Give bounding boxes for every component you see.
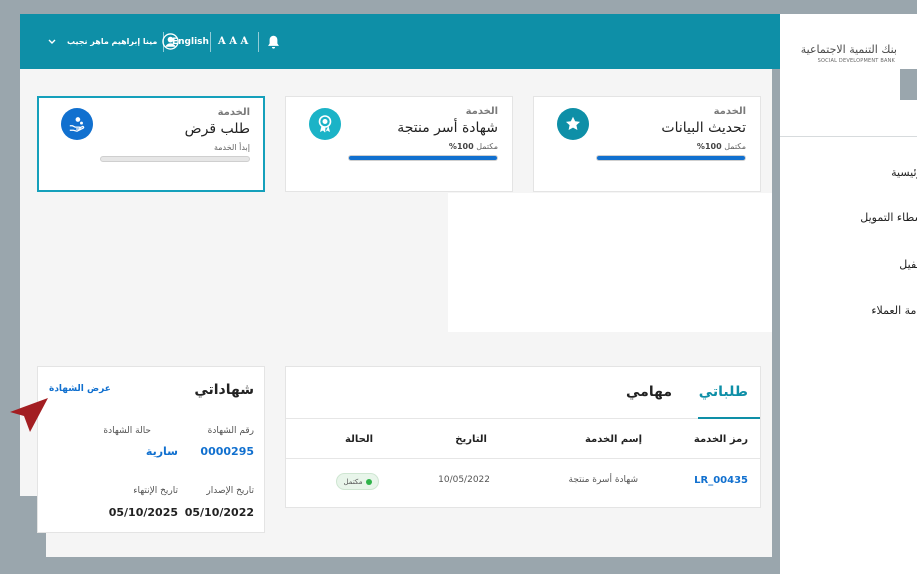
sidebar-item-home[interactable]: الرئيسية — [891, 166, 917, 179]
service-card-loan-request[interactable]: الخدمة طلب قرض إبدأ الخدمة — [37, 96, 265, 192]
sidebar-divider — [780, 136, 917, 137]
pointer-arrow-icon — [10, 398, 48, 432]
service-card-update-data[interactable]: الخدمة تحديث البيانات مكتمل 100% — [533, 96, 761, 192]
separator — [210, 32, 211, 52]
progress-bar — [348, 155, 498, 161]
request-date: 10/05/2022 — [438, 475, 490, 485]
progress-bar — [596, 155, 746, 161]
notifications-button[interactable] — [267, 14, 280, 69]
top-bar: A A A English مينا إبراهيم ماهر نجيب — [20, 14, 780, 69]
column-header-service: إسم الخدمة — [584, 434, 642, 445]
certificate-number-value: 0000295 — [200, 445, 254, 458]
requests-card: طلباتي مهامي رمز الخدمة إسم الخدمة التار… — [285, 366, 761, 508]
requests-tabs: طلباتي مهامي — [286, 367, 760, 419]
sidebar-item-finance-brokers[interactable]: وسطاء التمويل — [860, 211, 917, 224]
header-divider — [286, 458, 760, 459]
separator — [258, 32, 259, 52]
certificate-status-label: حالة الشهادة — [103, 426, 151, 436]
decorative-block — [900, 69, 917, 100]
service-name: شهادة أسر منتجة — [397, 120, 498, 136]
view-certificate-link[interactable]: عرض الشهادة — [49, 384, 111, 394]
tab-my-requests[interactable]: طلباتي — [699, 384, 748, 400]
request-code-link[interactable]: LR_00435 — [694, 475, 748, 486]
user-icon — [162, 33, 180, 50]
sidebar: بنك التنمية الاجتماعية SOCIAL DEVELOPMEN… — [780, 14, 917, 574]
certificate-status-value: سارية — [145, 445, 178, 458]
service-name: تحديث البيانات — [661, 120, 746, 136]
user-name: مينا إبراهيم ماهر نجيب — [67, 37, 158, 46]
issue-date-value: 05/10/2022 — [184, 506, 254, 519]
bank-logo-en: SOCIAL DEVELOPMENT BANK — [817, 58, 895, 64]
expiry-date-label: تاريخ الإنتهاء — [133, 486, 178, 496]
loan-hand-icon — [61, 108, 93, 140]
column-header-date: التاريخ — [455, 434, 487, 445]
request-service-name: شهادة أسرة منتجة — [568, 475, 639, 485]
status-text: مكتمل — [343, 477, 363, 486]
sidebar-item-guarantor[interactable]: الكفيل — [899, 258, 917, 271]
tab-my-tasks[interactable]: مهامي — [626, 384, 672, 400]
service-label: الخدمة — [217, 107, 250, 118]
column-header-code: رمز الخدمة — [693, 434, 748, 445]
service-card-families-certificate[interactable]: الخدمة شهادة أسر منتجة مكتمل 100% — [285, 96, 513, 192]
service-name: طلب قرض — [184, 121, 250, 137]
active-tab-underline — [698, 417, 760, 419]
blank-area — [448, 193, 772, 332]
service-label: الخدمة — [465, 106, 498, 117]
user-menu[interactable]: مينا إبراهيم ماهر نجيب — [48, 14, 180, 69]
decorative-strip — [0, 557, 736, 574]
certificate-number-label: رقم الشهادة — [207, 426, 254, 436]
service-status: إبدأ الخدمة — [213, 143, 250, 152]
star-icon — [557, 108, 589, 140]
progress-bar — [100, 156, 250, 162]
column-header-status: الحالة — [345, 434, 373, 445]
certificates-card: شهاداتي عرض الشهادة رقم الشهادة حالة الش… — [37, 366, 265, 533]
status-dot — [365, 478, 372, 485]
certificates-title: شهاداتي — [194, 382, 254, 398]
expiry-date-value: 05/10/2025 — [108, 506, 178, 519]
service-label: الخدمة — [713, 106, 746, 117]
font-size-control[interactable]: A A A — [218, 14, 248, 69]
status-badge: مكتمل — [336, 473, 379, 490]
issue-date-label: تاريخ الإصدار — [206, 486, 254, 496]
font-size-label: A A A — [218, 36, 249, 47]
bell-icon — [268, 35, 279, 49]
bank-logo-ar: بنك التنمية الاجتماعية — [800, 43, 897, 56]
sidebar-item-customer-service[interactable]: خدمة العملاء — [871, 304, 917, 317]
service-status: مكتمل 100% — [696, 142, 746, 151]
award-icon — [309, 108, 341, 140]
chevron-down-icon — [48, 39, 56, 44]
service-status: مكتمل 100% — [448, 142, 498, 151]
